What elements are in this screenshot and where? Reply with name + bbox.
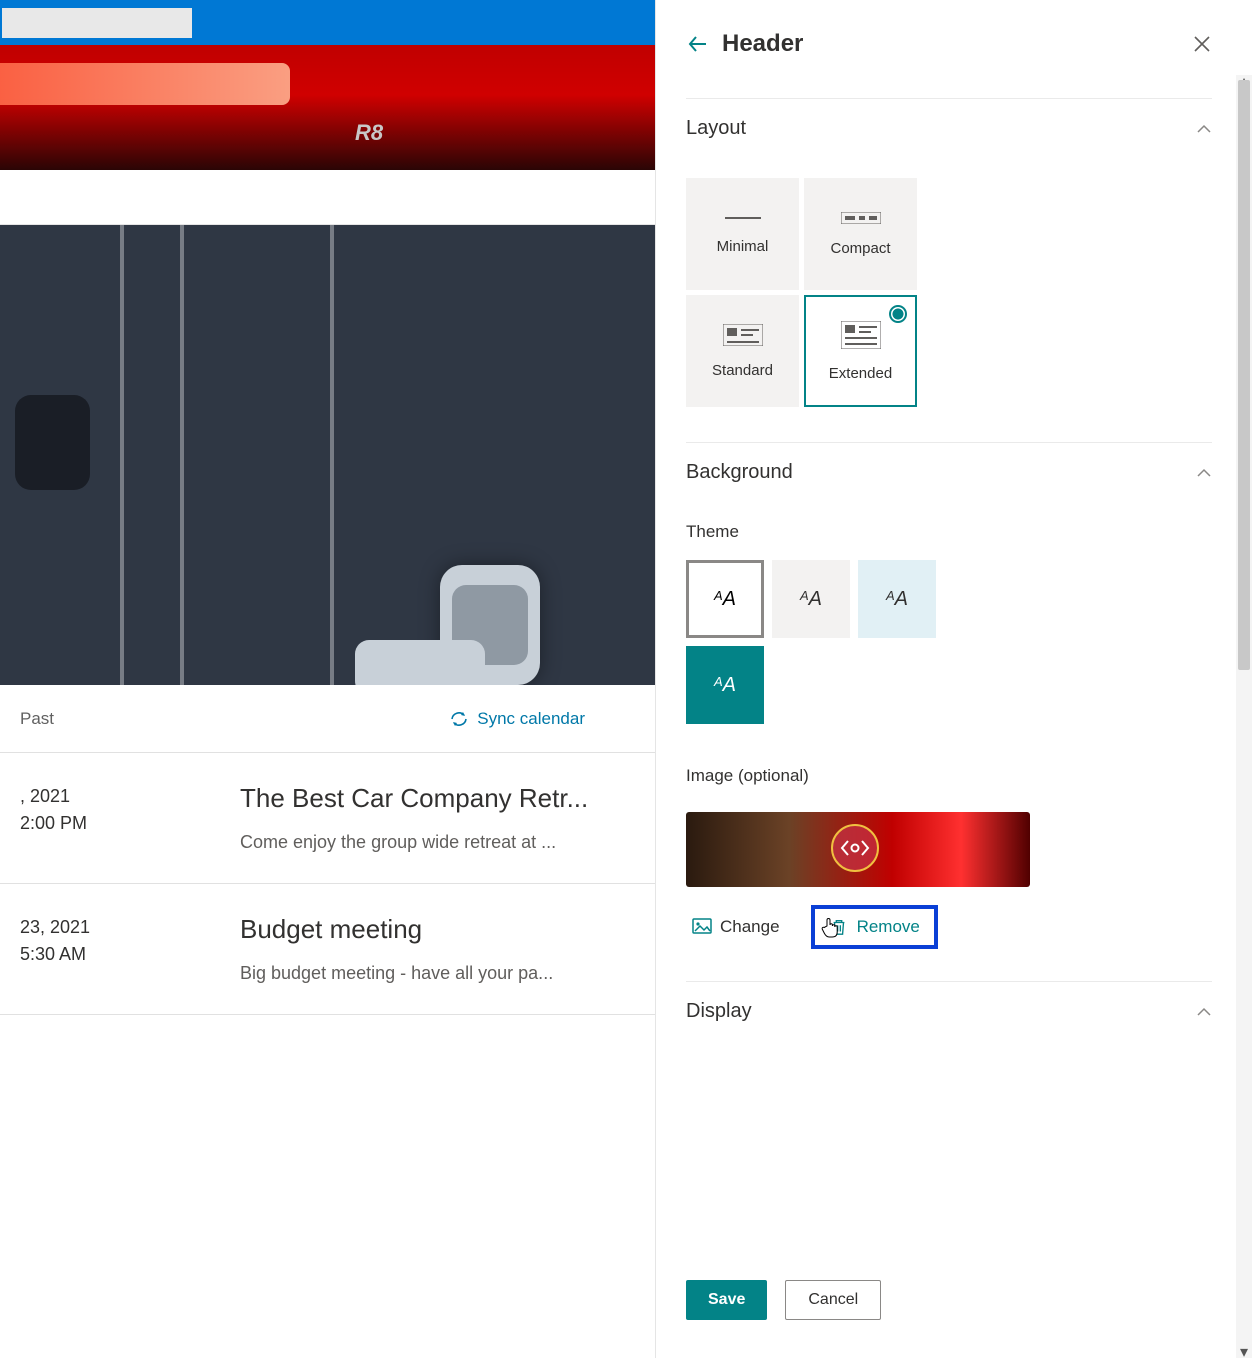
event-row[interactable]: 23, 2021 5:30 AM Budget meeting Big budg… [0, 884, 655, 1015]
back-arrow-icon[interactable] [686, 32, 710, 56]
lane-marker [120, 225, 124, 685]
close-icon[interactable] [1192, 34, 1212, 54]
image-label: Image (optional) [686, 746, 1212, 804]
event-time-line: 5:30 AM [20, 941, 210, 968]
display-section-header[interactable]: Display [686, 981, 1212, 1041]
extended-layout-icon [841, 321, 881, 349]
scrollbar-thumb[interactable] [1238, 80, 1250, 670]
banner-light-streak [0, 63, 290, 105]
layout-opt-label: Standard [712, 362, 773, 379]
sync-calendar-button[interactable]: Sync calendar [449, 709, 635, 729]
event-title: The Best Car Company Retr... [240, 783, 635, 814]
panel-header: Header [686, 0, 1212, 98]
layout-options-grid: Minimal Compact Standard Extended [686, 158, 1212, 442]
remove-label: Remove [857, 917, 920, 937]
event-time-line: 2:00 PM [20, 810, 210, 837]
layout-option-standard[interactable]: Standard [686, 295, 799, 407]
picture-icon [692, 918, 712, 936]
panel-footer: Save Cancel [686, 1280, 881, 1320]
event-body: Budget meeting Big budget meeting - have… [240, 914, 635, 984]
banner-badge-text: R8 [355, 120, 383, 146]
background-section-header[interactable]: Background [686, 442, 1212, 502]
display-section-title: Display [686, 1000, 752, 1023]
car-graphic [355, 640, 485, 685]
layout-opt-label: Minimal [717, 238, 769, 255]
theme-swatch-2[interactable]: AA [772, 560, 850, 638]
event-date-line: 23, 2021 [20, 914, 210, 941]
spacer-row [0, 170, 655, 225]
theme-swatch-1[interactable]: AA [686, 560, 764, 638]
event-desc: Big budget meeting - have all your pa... [240, 963, 635, 984]
scroll-down-arrow-icon[interactable]: ▾ [1238, 1346, 1250, 1358]
header-image-preview[interactable] [686, 812, 1030, 887]
change-label: Change [720, 917, 780, 937]
layout-option-extended[interactable]: Extended [804, 295, 917, 407]
sync-icon [449, 709, 469, 729]
standard-layout-icon [723, 324, 763, 346]
layout-option-compact[interactable]: Compact [804, 178, 917, 290]
lane-marker [330, 225, 334, 685]
cancel-button[interactable]: Cancel [785, 1280, 881, 1320]
event-row[interactable]: , 2021 2:00 PM The Best Car Company Retr… [0, 753, 655, 884]
theme-swatch-grid: AA AA AA AA [686, 560, 946, 746]
chevron-up-icon [1196, 121, 1212, 137]
chevron-up-icon [1196, 465, 1212, 481]
sync-calendar-label: Sync calendar [477, 709, 585, 729]
event-body: The Best Car Company Retr... Come enjoy … [240, 783, 635, 853]
car-graphic [15, 395, 90, 490]
site-banner: R8 [0, 45, 655, 170]
image-actions: Change Remove [686, 905, 1212, 949]
layout-option-minimal[interactable]: Minimal [686, 178, 799, 290]
header-settings-panel: ▴ ▾ Header Layout Minimal [655, 0, 1252, 1358]
panel-title: Header [722, 30, 1192, 58]
background-section-title: Background [686, 461, 793, 484]
event-date-line: , 2021 [20, 783, 210, 810]
layout-opt-label: Compact [830, 240, 890, 257]
hero-image [0, 225, 655, 685]
theme-label: Theme [686, 502, 1212, 560]
lane-marker [180, 225, 184, 685]
save-button[interactable]: Save [686, 1280, 767, 1320]
event-desc: Come enjoy the group wide retreat at ... [240, 832, 635, 853]
remove-image-button[interactable]: Remove [811, 905, 938, 949]
top-command-bar [0, 0, 655, 45]
events-past-tab[interactable]: Past [20, 709, 54, 729]
event-date: 23, 2021 5:30 AM [20, 914, 210, 984]
layout-opt-label: Extended [829, 365, 892, 382]
events-toolbar: Past Sync calendar [0, 685, 655, 753]
layout-section-header[interactable]: Layout [686, 98, 1212, 158]
chevron-up-icon [1196, 1004, 1212, 1020]
minimal-layout-icon [725, 214, 761, 222]
event-date: , 2021 2:00 PM [20, 783, 210, 853]
compact-layout-icon [841, 212, 881, 224]
top-bar-field[interactable] [2, 8, 192, 38]
theme-swatch-4[interactable]: AA [686, 646, 764, 724]
focal-point-handle-icon[interactable] [831, 824, 879, 872]
cursor-hand-icon [821, 917, 839, 942]
main-content: R8 Past Sync calendar , 2021 2:00 PM The… [0, 0, 655, 1358]
layout-section-title: Layout [686, 117, 746, 140]
change-image-button[interactable]: Change [686, 913, 786, 941]
event-title: Budget meeting [240, 914, 635, 945]
theme-swatch-3[interactable]: AA [858, 560, 936, 638]
